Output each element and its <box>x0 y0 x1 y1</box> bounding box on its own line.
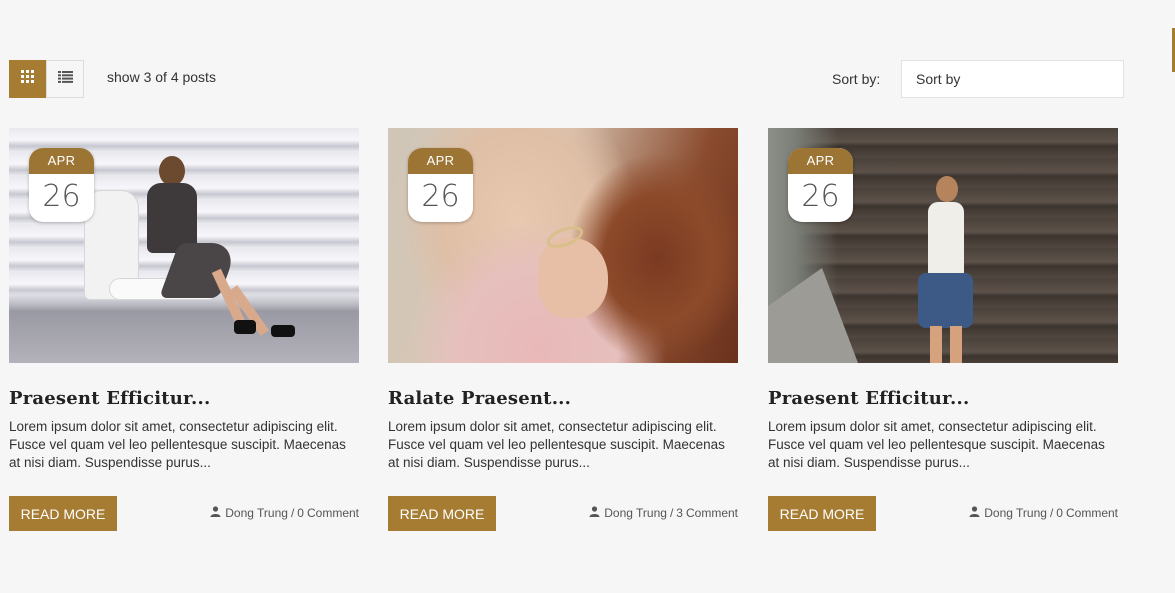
sort-select-value: Sort by <box>916 71 961 87</box>
read-more-button-3[interactable]: READ MORE <box>768 496 876 531</box>
list-icon <box>57 70 73 88</box>
post-image-1[interactable]: APR 26 <box>9 128 359 363</box>
comment-link[interactable]: Comment <box>1066 506 1118 520</box>
meta-separator: / <box>669 506 674 520</box>
post-meta-3: Dong Trung / 0 Comment <box>969 506 1118 520</box>
grid-icon <box>21 69 35 89</box>
read-more-button-2[interactable]: READ MORE <box>388 496 496 531</box>
post-title-1[interactable]: Praesent Efficitur... <box>9 388 359 409</box>
sort-label: Sort by: <box>832 71 881 87</box>
meta-separator: / <box>290 506 295 520</box>
figure-head-shape <box>936 176 958 202</box>
post-card-2: APR 26 Ralate Praesent... Lorem ipsum do… <box>388 128 738 531</box>
post-title-2[interactable]: Ralate Praesent... <box>388 388 738 409</box>
date-day: 26 <box>801 179 840 214</box>
comment-link[interactable]: Comment <box>686 506 738 520</box>
blog-listing-page: show 3 of 4 posts Sort by: Sort by APR 2… <box>0 0 1175 593</box>
post-meta-1: Dong Trung / 0 Comment <box>210 506 359 520</box>
date-month: APR <box>408 148 473 174</box>
date-day: 26 <box>421 179 460 214</box>
read-more-button-1[interactable]: READ MORE <box>9 496 117 531</box>
user-icon <box>589 506 601 520</box>
street-shape <box>768 268 858 363</box>
date-badge-3: APR 26 <box>788 148 853 222</box>
date-badge-1: APR 26 <box>29 148 94 222</box>
figure-denim-shape <box>918 273 973 328</box>
meta-separator: / <box>1049 506 1054 520</box>
date-day: 26 <box>42 179 81 214</box>
grid-view-button[interactable] <box>9 60 47 98</box>
figure-shoe-shape <box>234 320 256 334</box>
date-month: APR <box>788 148 853 174</box>
date-badge-2: APR 26 <box>408 148 473 222</box>
list-view-button[interactable] <box>46 60 84 98</box>
post-image-2[interactable]: APR 26 <box>388 128 738 363</box>
comment-count: 3 <box>676 506 683 520</box>
post-title-3[interactable]: Praesent Efficitur... <box>768 388 1118 409</box>
post-image-3[interactable]: APR 26 <box>768 128 1118 363</box>
user-icon <box>969 506 981 520</box>
post-author[interactable]: Dong Trung <box>984 506 1047 520</box>
date-month: APR <box>29 148 94 174</box>
comment-count: 0 <box>297 506 304 520</box>
post-card-1: APR 26 Praesent Efficitur... Lorem ipsum… <box>9 128 359 531</box>
comment-count: 0 <box>1056 506 1063 520</box>
figure-leg2-shape <box>950 326 962 363</box>
sort-select[interactable]: Sort by <box>901 60 1124 98</box>
comment-link[interactable]: Comment <box>307 506 359 520</box>
figure-shoe2-shape <box>271 325 295 337</box>
post-excerpt-3: Lorem ipsum dolor sit amet, consectetur … <box>768 419 1105 470</box>
post-author[interactable]: Dong Trung <box>604 506 667 520</box>
post-meta-2: Dong Trung / 3 Comment <box>589 506 738 520</box>
user-icon <box>210 506 222 520</box>
figure-top-shape <box>928 202 964 282</box>
figure-head-shape <box>159 156 185 186</box>
post-author[interactable]: Dong Trung <box>225 506 288 520</box>
post-excerpt-1: Lorem ipsum dolor sit amet, consectetur … <box>9 419 346 470</box>
post-excerpt-2: Lorem ipsum dolor sit amet, consectetur … <box>388 419 725 470</box>
hand-shape <box>538 238 608 318</box>
posts-count: show 3 of 4 posts <box>107 69 216 85</box>
post-card-3: APR 26 Praesent Efficitur... Lorem ipsum… <box>768 128 1118 531</box>
figure-leg-shape <box>930 326 942 363</box>
